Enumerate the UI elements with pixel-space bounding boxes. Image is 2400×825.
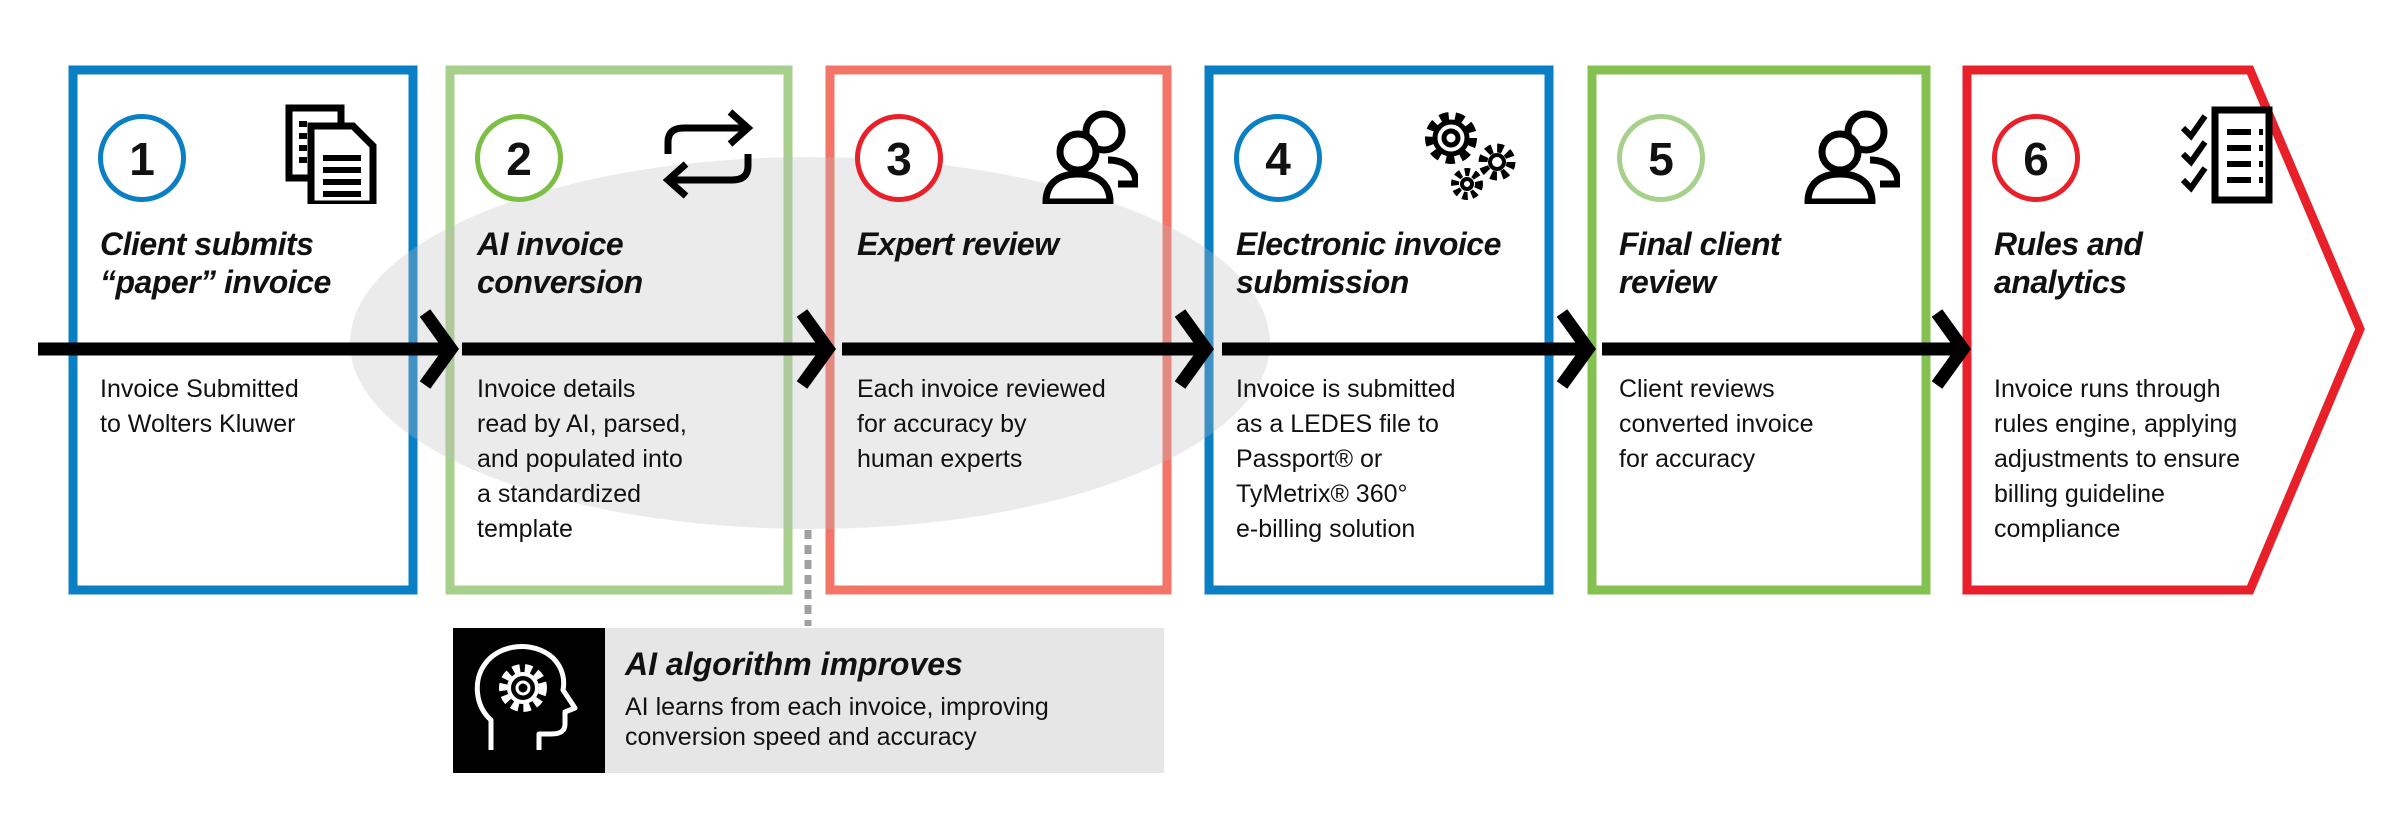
convert-arrows-icon — [658, 104, 758, 204]
step-number-4: 4 — [1234, 114, 1322, 202]
checklist-icon — [2175, 104, 2275, 204]
people-icon — [1800, 104, 1902, 206]
step-title-2: AI invoice conversion — [477, 226, 643, 300]
step-description-2: Invoice details read by AI, parsed, and … — [477, 375, 687, 543]
step-number-3: 3 — [855, 114, 943, 202]
step-number-5: 5 — [1617, 114, 1705, 202]
people-icon — [1038, 104, 1140, 206]
step-description-5: Client reviews converted invoice for acc… — [1619, 375, 1814, 473]
step-number-2: 2 — [475, 114, 563, 202]
step-title-4: Electronic invoice submission — [1236, 226, 1501, 300]
step-description-4: Invoice is submitted as a LEDES file to … — [1236, 375, 1456, 543]
step-title-5: Final client review — [1619, 226, 1781, 300]
documents-icon — [281, 104, 381, 208]
invoice-process-diagram: 1 Client submits “paper” invoice Invoice S… — [0, 0, 2400, 825]
ai-panel-title: AI algorithm improves — [625, 646, 963, 682]
step-number-1: 1 — [98, 114, 186, 202]
ai-panel-body: AI learns from each invoice, improving c… — [625, 693, 1049, 751]
step-description-6: Invoice runs through rules engine, apply… — [1994, 375, 2240, 543]
step-title-6: Rules and analytics — [1994, 226, 2143, 300]
head-gear-icon — [474, 644, 578, 750]
step-description-1: Invoice Submitted to Wolters Kluwer — [100, 375, 299, 438]
gears-icon — [1417, 104, 1517, 204]
step-title-1: Client submits “paper” invoice — [100, 226, 331, 300]
ai-algorithm-panel: AI algorithm improves AI learns from eac… — [453, 628, 1164, 773]
step-title-3: Expert review — [857, 226, 1059, 262]
step-number-6: 6 — [1992, 114, 2080, 202]
ai-icon-box — [453, 628, 605, 773]
step-description-3: Each invoice reviewed for accuracy by hu… — [857, 375, 1106, 473]
